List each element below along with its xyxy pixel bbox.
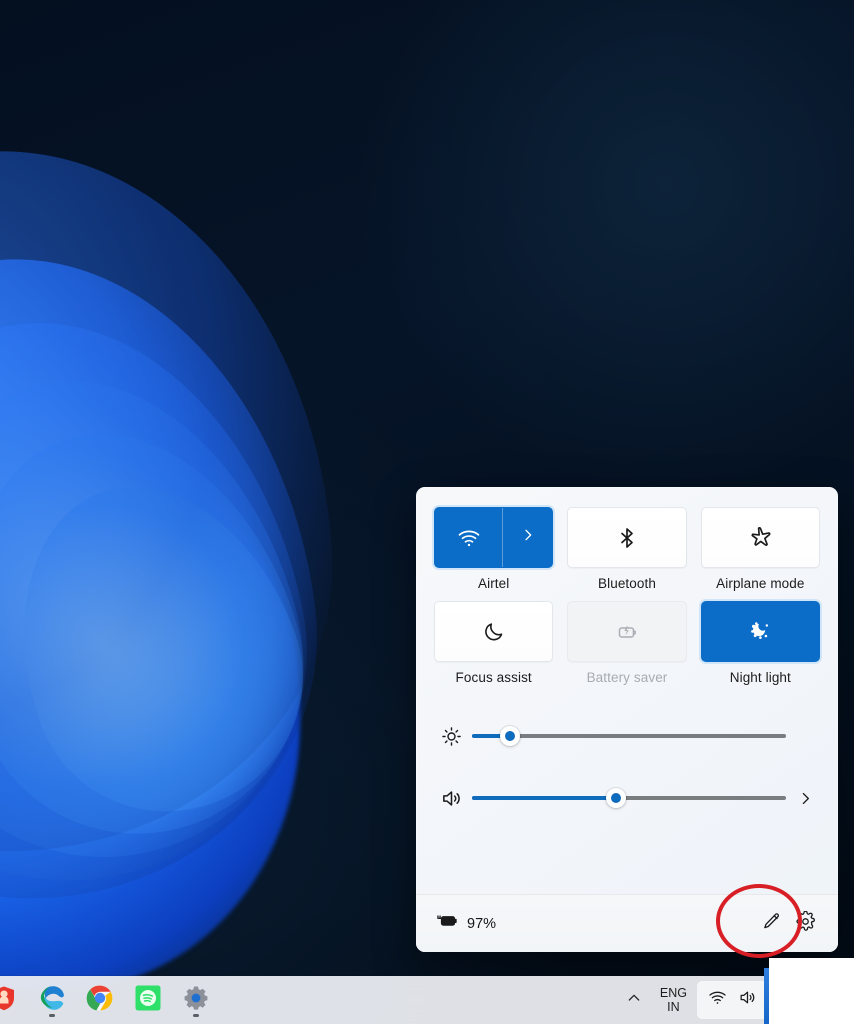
volume-icon: [434, 787, 468, 810]
pencil-icon: [761, 911, 782, 937]
volume-output-expand-button[interactable]: [790, 790, 820, 807]
tile-night-light[interactable]: [700, 601, 820, 662]
brightness-slider[interactable]: [472, 726, 786, 746]
brightness-slider-thumb[interactable]: [499, 726, 520, 746]
battery-charging-icon: [436, 911, 460, 936]
chevron-right-icon: [520, 527, 536, 548]
taskbar-running-indicator: [49, 1014, 55, 1017]
screenshot-white-overlay: [769, 958, 854, 1024]
airplane-icon: [748, 525, 773, 550]
tile-label-night-light: Night light: [729, 670, 791, 685]
quick-settings-panel: Airtel Bluetooth Airplane mode Focus ass…: [416, 487, 838, 952]
volume-icon: [738, 988, 757, 1012]
tray-overflow-button[interactable]: [618, 980, 650, 1020]
chrome-icon: [85, 983, 115, 1018]
taskbar-app-security[interactable]: [0, 982, 22, 1018]
volume-slider-row: [434, 767, 820, 829]
tile-wifi[interactable]: [434, 507, 554, 568]
quick-settings-footer: 97%: [416, 894, 838, 952]
brightness-slider-row: [434, 705, 820, 767]
edit-quick-settings-button[interactable]: [754, 907, 788, 941]
quick-settings-tile-grid: Airtel Bluetooth Airplane mode Focus ass…: [416, 487, 838, 691]
taskbar-app-chrome[interactable]: [82, 982, 118, 1018]
shield-icon: [0, 984, 18, 1017]
chevron-up-icon: [626, 990, 642, 1011]
tile-cell-bluetooth: Bluetooth: [567, 507, 687, 591]
night-light-icon: [747, 619, 773, 645]
tile-bluetooth[interactable]: [567, 507, 687, 568]
taskbar-app-edge[interactable]: [34, 982, 70, 1018]
bluetooth-icon: [615, 526, 639, 550]
volume-slider[interactable]: [472, 788, 786, 808]
taskbar-app-settings[interactable]: [178, 982, 214, 1018]
tile-cell-battery-saver: Battery saver: [567, 601, 687, 685]
volume-slider-thumb[interactable]: [606, 788, 627, 808]
tile-cell-night-light: Night light: [700, 601, 820, 685]
language-line-1: ENG: [659, 985, 687, 1000]
battery-percent-label: 97%: [467, 915, 497, 932]
wifi-icon: [457, 526, 481, 550]
taskbar-running-indicator: [193, 1014, 199, 1017]
tile-label-bluetooth: Bluetooth: [598, 576, 656, 591]
tile-label-airplane-mode: Airplane mode: [716, 576, 805, 591]
tile-label-wifi: Airtel: [477, 576, 510, 591]
tile-cell-wifi: Airtel: [434, 507, 554, 591]
edge-icon: [37, 983, 67, 1018]
gear-icon: [795, 910, 816, 937]
battery-status: 97%: [436, 911, 496, 936]
taskbar-app-spotify[interactable]: [130, 982, 166, 1018]
tile-label-focus-assist: Focus assist: [455, 670, 532, 685]
tile-focus-assist[interactable]: [434, 601, 554, 662]
language-indicator[interactable]: ENG IN: [652, 986, 695, 1015]
volume-slider-fill: [472, 796, 617, 800]
quick-settings-sliders: [416, 691, 838, 833]
wifi-icon: [708, 988, 727, 1012]
language-line-2: IN: [667, 1000, 680, 1014]
battery-saver-icon: [614, 619, 640, 645]
spotify-icon: [133, 983, 163, 1018]
tile-label-battery-saver: Battery saver: [586, 670, 668, 685]
moon-icon: [482, 620, 506, 644]
tile-cell-focus-assist: Focus assist: [434, 601, 554, 685]
tile-airplane-mode[interactable]: [700, 507, 820, 568]
open-settings-button[interactable]: [788, 907, 822, 941]
brightness-icon: [434, 726, 468, 747]
tile-wifi-expand-button[interactable]: [503, 508, 552, 567]
taskbar: ENG IN: [0, 976, 854, 1024]
taskbar-app-list: [0, 982, 214, 1018]
tile-battery-saver[interactable]: [567, 601, 687, 662]
gear-icon: [181, 983, 211, 1018]
tile-cell-airplane: Airplane mode: [700, 507, 820, 591]
tile-wifi-toggle[interactable]: [435, 508, 504, 567]
